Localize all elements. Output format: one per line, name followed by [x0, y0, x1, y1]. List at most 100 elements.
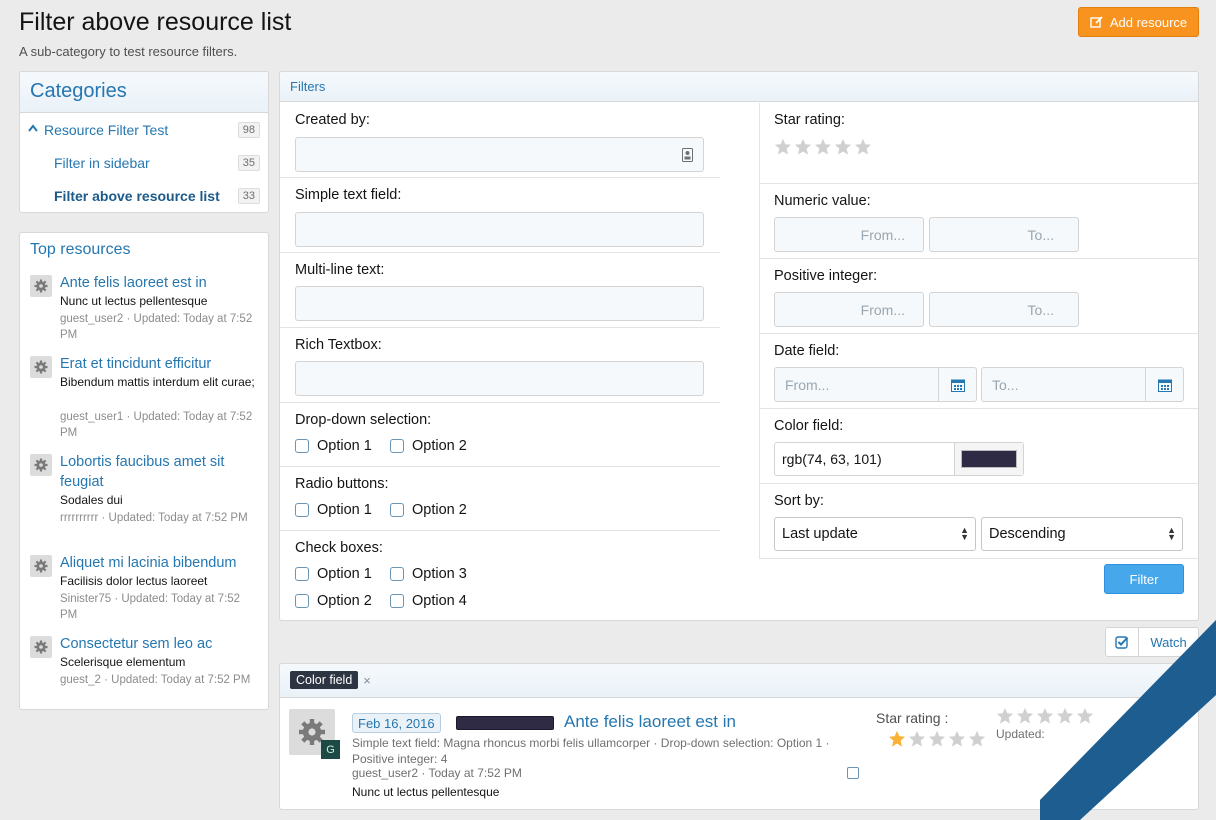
option-label: Option 2	[412, 502, 467, 518]
category-count: 35	[237, 155, 260, 171]
top-resource-tagline: Scelerisque elementum	[60, 655, 186, 669]
created-by-input[interactable]	[295, 137, 704, 172]
add-resource-button[interactable]: Add resource	[1078, 7, 1199, 37]
resource-star-rating	[888, 730, 986, 751]
radio-option-2-checkbox[interactable]: Option 2	[390, 502, 467, 518]
top-resources-title: Top resources	[30, 241, 131, 258]
positive-integer-row: Positive integer: From... To...	[759, 259, 1198, 334]
top-resource-meta: guest_user1 · Updated: Today at 7:52 PM	[60, 411, 253, 439]
add-resource-label: Add resource	[1109, 14, 1188, 30]
star-icon	[1016, 707, 1034, 728]
top-resource-title[interactable]: Consectetur sem leo ac	[60, 634, 260, 654]
color-label: Color field:	[774, 418, 844, 434]
top-resource-meta: Sinister75 · Updated: Today at 7:52 PM	[60, 593, 241, 621]
category-count: 33	[237, 188, 260, 204]
sort-label: Sort by:	[774, 493, 824, 509]
option-label: Option 4	[412, 593, 467, 609]
sort-field-select[interactable]: Last update ▲ ▼	[774, 517, 976, 551]
checkbox-option-3[interactable]: Option 3	[390, 566, 467, 582]
categories-title: Categories	[20, 72, 268, 113]
calendar-icon[interactable]	[1145, 368, 1183, 401]
star-icon	[888, 730, 906, 751]
checkbox-box[interactable]	[390, 567, 404, 581]
star-icon[interactable]	[854, 138, 872, 159]
checkbox-box[interactable]	[295, 594, 309, 608]
checkbox-box[interactable]	[295, 439, 309, 453]
sort-direction-select[interactable]: Descending ▲ ▼	[981, 517, 1183, 551]
checkbox-box[interactable]	[295, 503, 309, 517]
radio-option-1-checkbox[interactable]: Option 1	[295, 502, 372, 518]
star-icon	[908, 730, 926, 751]
star-icon[interactable]	[794, 138, 812, 159]
dropdown-row: Drop-down selection: Option 1 Option 2	[280, 403, 720, 467]
category-item-filter-in-sidebar[interactable]: Filter in sidebar 35	[20, 148, 268, 178]
top-resource-title[interactable]: Erat et tincidunt efficitur	[60, 354, 260, 374]
date-to-input[interactable]: To...	[981, 367, 1184, 402]
star-icon[interactable]	[814, 138, 832, 159]
category-count: 98	[237, 122, 260, 138]
numeric-from-input[interactable]: From...	[774, 217, 924, 252]
option-label: Option 3	[412, 566, 467, 582]
top-resource-tagline: Sodales dui	[60, 493, 123, 507]
option-label: Option 1	[317, 502, 372, 518]
rating-label: Star rating :	[876, 710, 949, 726]
top-resource-meta: rrrrrrrrrr · Updated: Today at 7:52 PM	[60, 512, 248, 524]
checkboxes-label: Check boxes:	[295, 540, 383, 556]
dropdown-option-1-checkbox[interactable]: Option 1	[295, 438, 372, 454]
rich-text-input[interactable]	[295, 361, 704, 396]
star-icon[interactable]	[834, 138, 852, 159]
positive-integer-from-input[interactable]: From...	[774, 292, 924, 327]
category-item-filter-above-resource-list[interactable]: Filter above resource list 33	[20, 181, 268, 211]
active-filter-label: Color field	[290, 671, 359, 689]
star-icon[interactable]	[774, 138, 792, 159]
corner-ribbon	[1040, 620, 1216, 820]
multi-line-label: Multi-line text:	[295, 262, 385, 278]
sort-direction-value: Descending	[989, 526, 1066, 542]
star-rating-input[interactable]	[774, 138, 872, 159]
top-resource-title[interactable]: Lobortis faucibus amet sit feugiat	[60, 452, 260, 492]
star-icon	[928, 730, 946, 751]
category-item-resource-filter-test[interactable]: Resource Filter Test 98	[20, 115, 268, 145]
simple-text-input[interactable]	[295, 212, 704, 247]
checkbox-option-2[interactable]: Option 2	[295, 593, 372, 609]
avatar[interactable]: G	[321, 740, 340, 759]
edit-icon	[1090, 16, 1103, 28]
created-by-label: Created by:	[295, 112, 370, 128]
color-input[interactable]: rgb(74, 63, 101)	[774, 442, 1024, 476]
filter-button[interactable]: Filter	[1104, 564, 1184, 594]
color-badge	[456, 716, 554, 730]
calendar-icon[interactable]	[938, 368, 976, 401]
resource-title-link[interactable]: Ante felis laoreet est in	[564, 712, 736, 732]
date-from-input[interactable]: From...	[774, 367, 977, 402]
star-icon	[968, 730, 986, 751]
checkbox-box[interactable]	[390, 503, 404, 517]
numeric-to-input[interactable]: To...	[929, 217, 1079, 252]
option-label: Option 1	[317, 566, 372, 582]
sort-field-value: Last update	[782, 526, 858, 542]
color-picker-button[interactable]	[954, 443, 1023, 475]
resource-meta: guest_user2 · Today at 7:52 PM	[352, 766, 522, 780]
page-title: Filter above resource list	[19, 8, 292, 36]
remove-filter-icon[interactable]: ×	[363, 673, 371, 688]
top-resource-meta: guest_user2 · Updated: Today at 7:52 PM	[60, 313, 253, 341]
dropdown-option-2-checkbox[interactable]: Option 2	[390, 438, 467, 454]
numeric-label: Numeric value:	[774, 193, 871, 209]
checkbox-box[interactable]	[390, 594, 404, 608]
top-resource-title[interactable]: Ante felis laoreet est in	[60, 273, 260, 293]
positive-integer-to-input[interactable]: To...	[929, 292, 1079, 327]
checkbox-box[interactable]	[295, 567, 309, 581]
checkbox-option-4[interactable]: Option 4	[390, 593, 467, 609]
top-resource-tagline: Bibendum mattis interdum elit curae;	[60, 375, 255, 389]
multi-line-input[interactable]	[295, 286, 704, 321]
star-icon	[948, 730, 966, 751]
date-label: Date field:	[774, 343, 840, 359]
top-resource-title[interactable]: Aliquet mi lacinia bibendum	[60, 553, 260, 573]
category-label: Filter in sidebar	[54, 155, 150, 171]
checkbox-box[interactable]	[390, 439, 404, 453]
active-filter-tag[interactable]: Color field ×	[290, 670, 371, 690]
resource-select-checkbox[interactable]	[847, 767, 859, 779]
checkbox-option-1[interactable]: Option 1	[295, 566, 372, 582]
resource-tagline: Nunc ut lectus pellentesque	[352, 785, 500, 799]
category-label: Resource Filter Test	[44, 122, 169, 138]
numeric-row: Numeric value: From... To...	[759, 184, 1198, 259]
